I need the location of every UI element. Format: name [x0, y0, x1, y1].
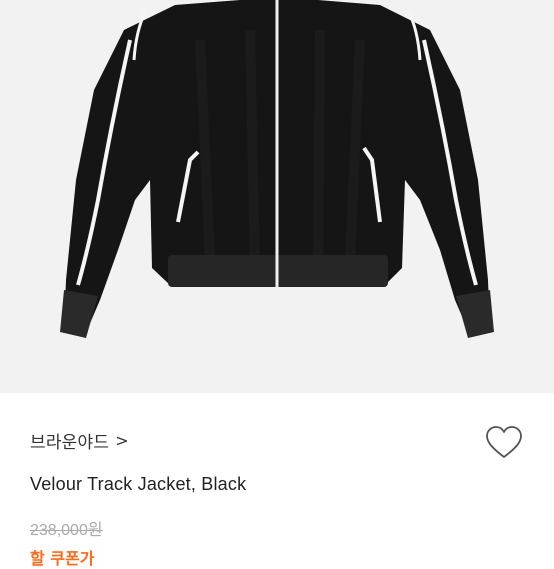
- brand-name: 브라운야드: [30, 432, 110, 453]
- brand-link[interactable]: 브라운야드 >: [30, 426, 129, 454]
- wishlist-button[interactable]: [484, 424, 524, 464]
- heart-icon: [486, 426, 522, 458]
- coupon-price-label: 할 쿠폰가: [30, 549, 95, 568]
- jacket-illustration: [60, 0, 494, 338]
- product-image[interactable]: [0, 0, 554, 393]
- original-price: 238,000원: [30, 522, 103, 539]
- chevron-right-icon: >: [115, 430, 129, 450]
- product-title: Velour Track Jacket, Black: [30, 474, 247, 494]
